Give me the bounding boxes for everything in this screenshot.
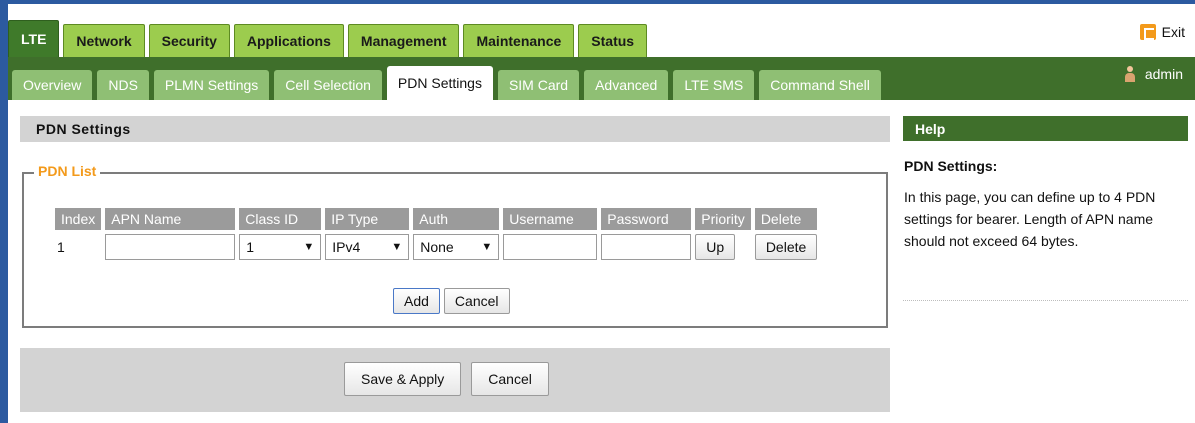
pdn-table: Index APN Name Class ID IP Type Auth Use… <box>51 204 821 264</box>
section-header: PDN Settings <box>20 116 890 142</box>
class-id-select[interactable]: 1 ▼ <box>239 234 322 260</box>
subtab-lte-sms[interactable]: LTE SMS <box>673 70 755 100</box>
help-text: In this page, you can define up to 4 PDN… <box>904 189 1156 249</box>
subtab-cell-selection[interactable]: Cell Selection <box>274 70 382 100</box>
form-actions: Save & Apply Cancel <box>344 362 549 396</box>
section-title: PDN Settings <box>36 121 131 137</box>
subtab-plmn-settings[interactable]: PLMN Settings <box>153 70 270 100</box>
auth-select[interactable]: None ▼ <box>413 234 500 260</box>
save-apply-button[interactable]: Save & Apply <box>344 362 462 396</box>
window-top-edge <box>0 0 1195 4</box>
cell-auth: None ▼ <box>413 234 500 260</box>
tab-network[interactable]: Network <box>63 24 145 57</box>
header-username: Username <box>503 208 598 230</box>
user-label: admin <box>1144 66 1183 82</box>
username-input[interactable] <box>503 234 598 260</box>
priority-up-button[interactable]: Up <box>695 234 736 260</box>
header-index: Index <box>55 208 102 230</box>
pdn-list-legend: PDN List <box>34 163 101 179</box>
main-tab-bar: LTE Network Security Applications Manage… <box>8 20 651 57</box>
header-apn-name: APN Name <box>105 208 236 230</box>
header-delete: Delete <box>754 208 818 230</box>
tab-management[interactable]: Management <box>347 24 460 57</box>
tab-security[interactable]: Security <box>148 24 230 57</box>
table-row: 1 1 ▼ IPv4 ▼ None ▼ Up Delete <box>55 234 818 260</box>
ip-type-value: IPv4 <box>332 239 361 255</box>
cell-priority: Up <box>695 234 751 260</box>
form-actions-bar: Save & Apply Cancel <box>20 348 890 412</box>
password-input[interactable] <box>601 234 692 260</box>
pdn-table-header-row: Index APN Name Class ID IP Type Auth Use… <box>55 208 818 230</box>
pdn-list-fieldset: PDN List Index APN Name Class ID IP Type… <box>22 163 888 328</box>
tab-maintenance[interactable]: Maintenance <box>463 24 575 57</box>
cell-apn-name <box>105 234 236 260</box>
help-divider <box>903 300 1188 301</box>
cell-delete: Delete <box>754 234 818 260</box>
help-heading: PDN Settings: <box>904 158 998 174</box>
cancel-button[interactable]: Cancel <box>443 288 510 314</box>
delete-button[interactable]: Delete <box>754 234 818 260</box>
add-button[interactable]: Add <box>393 288 440 314</box>
chevron-down-icon: ▼ <box>391 241 403 253</box>
add-cancel-row: Add Cancel <box>393 288 510 314</box>
user-icon <box>1124 66 1135 82</box>
subtab-advanced[interactable]: Advanced <box>584 70 669 100</box>
sub-tab-bar: Overview NDS PLMN Settings Cell Selectio… <box>12 66 886 100</box>
cell-ip-type: IPv4 ▼ <box>325 234 410 260</box>
cell-class-id: 1 ▼ <box>239 234 322 260</box>
cell-index: 1 <box>57 239 65 255</box>
subtab-sim-card[interactable]: SIM Card <box>497 70 580 100</box>
header-ip-type: IP Type <box>325 208 410 230</box>
header-class-id: Class ID <box>239 208 322 230</box>
auth-value: None <box>420 239 454 255</box>
header-priority: Priority <box>695 208 751 230</box>
chevron-down-icon: ▼ <box>481 241 493 253</box>
subtab-command-shell[interactable]: Command Shell <box>759 70 881 100</box>
bottom-cancel-button[interactable]: Cancel <box>471 362 549 396</box>
header-auth: Auth <box>413 208 500 230</box>
tab-applications[interactable]: Applications <box>233 24 344 57</box>
window-left-edge <box>0 0 8 423</box>
exit-label: Exit <box>1161 24 1185 40</box>
tab-status[interactable]: Status <box>578 24 648 57</box>
cell-password <box>601 234 692 260</box>
apn-name-input[interactable] <box>105 234 236 260</box>
subtab-pdn-settings[interactable]: PDN Settings <box>386 66 493 100</box>
subtab-nds[interactable]: NDS <box>97 70 149 100</box>
help-header: Help <box>903 116 1188 141</box>
tab-lte[interactable]: LTE <box>8 20 60 57</box>
class-id-value: 1 <box>246 239 255 255</box>
ip-type-select[interactable]: IPv4 ▼ <box>325 234 410 260</box>
subtab-overview[interactable]: Overview <box>12 70 93 100</box>
exit-icon <box>1139 24 1156 40</box>
exit-link[interactable]: Exit <box>1139 24 1185 40</box>
help-title: Help <box>915 121 946 137</box>
user-indicator: admin <box>1124 66 1183 82</box>
cell-username <box>503 234 598 260</box>
header-password: Password <box>601 208 692 230</box>
chevron-down-icon: ▼ <box>303 241 315 253</box>
